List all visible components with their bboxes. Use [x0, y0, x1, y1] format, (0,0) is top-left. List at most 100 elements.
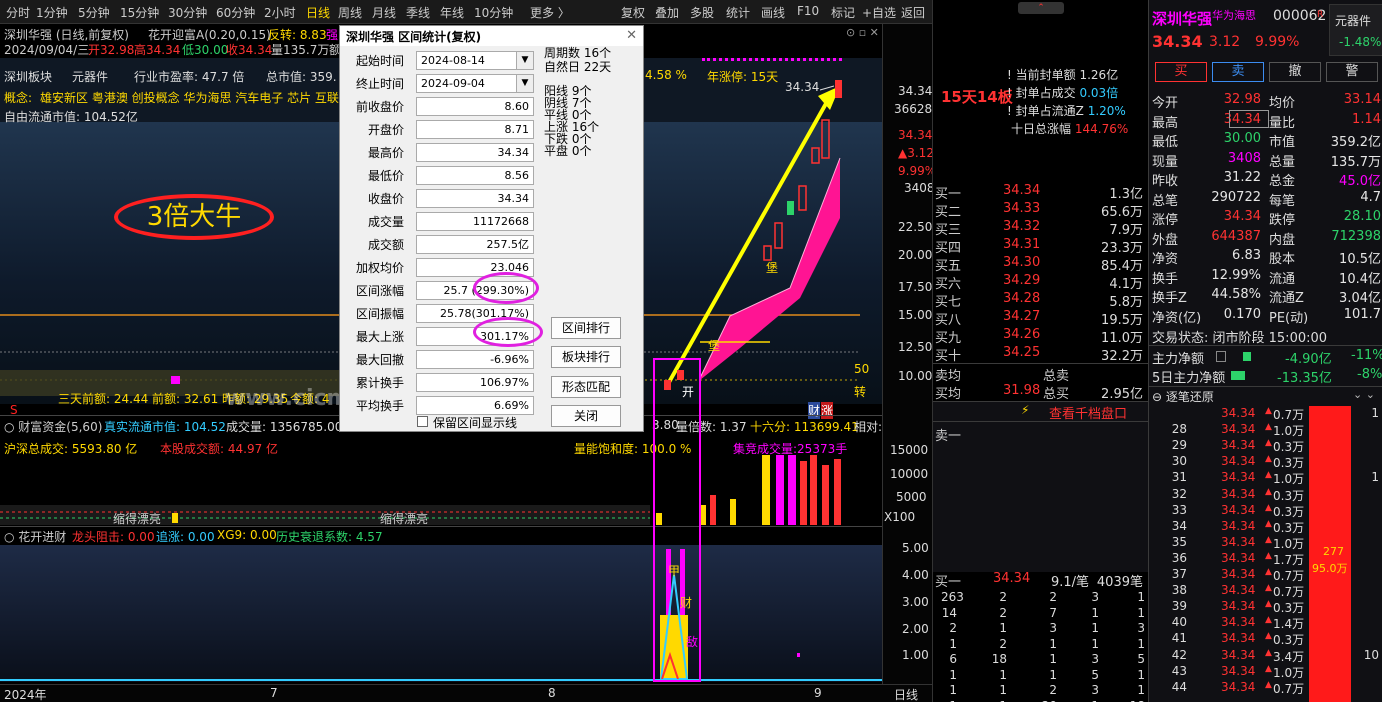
period-tab[interactable]: 15分钟 — [120, 4, 159, 21]
buy-level[interactable]: 买三 34.32 7.9万 — [933, 219, 1143, 238]
time-label: 8 — [548, 686, 556, 700]
period-more[interactable]: 更多 〉 — [530, 4, 570, 21]
stock-concept: 华为海思 — [1212, 9, 1256, 22]
bar-high: 高34.34 — [134, 43, 181, 57]
tick-arrow-icon: ▲ — [1265, 567, 1272, 577]
period-tab[interactable]: 年线 — [440, 4, 464, 21]
action-button[interactable]: 标记 — [831, 4, 855, 21]
sector-rank-button[interactable]: 板块排行 — [551, 346, 621, 368]
interval-selection-box[interactable] — [653, 358, 701, 682]
field-value: 34.34 — [416, 143, 534, 162]
field-label: 终止时间 — [355, 77, 404, 91]
calendar-icon[interactable] — [1216, 351, 1226, 362]
quote-value: 644387 — [1211, 228, 1261, 244]
period-tab[interactable]: 2小时 — [264, 4, 296, 21]
buy-level[interactable]: 买五 34.30 85.4万 — [933, 255, 1143, 274]
action-button[interactable]: 画线 — [761, 4, 785, 21]
queue-cell: 14 — [941, 605, 957, 620]
buy-level[interactable]: 买六 34.29 4.1万 — [933, 273, 1143, 292]
tick-arrow-icon: ▲ — [1265, 406, 1272, 416]
xg9-value: XG9: 0.00 — [217, 528, 277, 542]
action-button[interactable]: 多股 — [690, 4, 714, 21]
dialog-close-icon[interactable]: ✕ — [626, 28, 637, 43]
axis-label: 36628 — [894, 102, 932, 116]
field-value: 6.69% — [416, 396, 534, 415]
alert-button[interactable]: 警 — [1326, 62, 1378, 82]
quote-label: 净资 — [1152, 252, 1179, 267]
tick-seq: 41 — [1171, 631, 1187, 646]
chevron-down-icon[interactable]: ▼ — [516, 52, 533, 69]
action-button[interactable]: +自选 — [862, 4, 896, 21]
divider — [933, 421, 1148, 422]
buy-level[interactable]: 买七 34.28 5.8万 — [933, 291, 1143, 310]
tick-arrow-icon: ▲ — [1265, 422, 1272, 433]
buy-level[interactable]: 买一 34.34 1.3亿 — [933, 183, 1143, 202]
action-button[interactable]: 叠加 — [655, 4, 679, 21]
action-button[interactable]: 统计 — [726, 4, 750, 21]
queue-cell: 2 — [999, 590, 1007, 604]
quote-label: PE(动) — [1269, 310, 1309, 326]
tick-volume: 0.3万 — [1273, 601, 1305, 616]
queue-cell: 1 — [1083, 699, 1099, 702]
candle — [787, 201, 794, 215]
buy-level[interactable]: 买九 34.26 11.0万 — [933, 327, 1143, 346]
buy-level[interactable]: 买四 34.31 23.3万 — [933, 237, 1143, 256]
quote-row: 净资(亿) 0.170 PE(动) 101.7 — [1149, 307, 1382, 326]
period-tab[interactable]: 30分钟 — [168, 4, 207, 21]
period-tab[interactable]: 分时 — [6, 4, 30, 21]
indicator-axis: 3.00 — [902, 595, 929, 609]
quote-label: 换手Z — [1152, 291, 1187, 306]
expand-icons[interactable]: ⌄ ⌄ — [1353, 388, 1375, 401]
buy-button[interactable]: 买 — [1155, 62, 1207, 82]
stat-ping: 平线 0个 — [544, 108, 592, 122]
buy-level[interactable]: 买十 34.25 32.2万 — [933, 345, 1143, 364]
interval-stats-dialog: 深圳华强 区间统计(复权) ✕ 起始时间 2024-08-14 ▼ 终止时间 2… — [339, 25, 644, 432]
queue-cell: 1 — [999, 621, 1007, 635]
sell-button[interactable]: 卖 — [1212, 62, 1264, 82]
divider — [933, 401, 1148, 402]
cancel-button[interactable]: 撤 — [1269, 62, 1321, 82]
quote-value: 12.99% — [1211, 267, 1261, 283]
tick-seq: 30 — [1171, 454, 1187, 469]
panel-toggle-icon[interactable]: ⊖ — [1152, 390, 1166, 404]
quote-value: 44.58% — [1211, 287, 1261, 302]
chevron-down-icon[interactable]: ▼ — [516, 75, 533, 92]
close-button[interactable]: 关闭 — [551, 405, 621, 427]
tick-price: 34.34 — [1221, 422, 1256, 437]
quote-label: 总笔 — [1152, 193, 1179, 209]
quote-label: 涨停 — [1152, 213, 1179, 228]
period-tab[interactable]: 5分钟 — [78, 4, 110, 21]
tick-price: 34.34 — [1221, 454, 1256, 469]
chart-controls[interactable]: ⊙ ▫ ✕ — [846, 26, 879, 39]
tick-volume: 0.3万 — [1273, 633, 1305, 648]
quote-value: 10.4亿 — [1339, 271, 1381, 287]
keep-range-checkbox[interactable] — [417, 416, 428, 427]
action-button[interactable]: F10 — [797, 4, 819, 18]
field-label: 起始时间 — [355, 54, 404, 68]
period-tab-active[interactable]: 日线 — [306, 4, 330, 21]
period-tab[interactable]: 周线 — [338, 4, 362, 21]
quote-row: 总笔 290722 每笔 4.7 — [1149, 190, 1382, 209]
collapse-icon[interactable]: ⌃ — [1018, 2, 1064, 14]
tick-seq: 40 — [1171, 615, 1187, 630]
buy-level[interactable]: 买二 34.33 65.6万 — [933, 201, 1143, 220]
tick-price: 34.34 — [1221, 647, 1256, 662]
pattern-match-button[interactable]: 形态匹配 — [551, 376, 621, 398]
period-indicator[interactable]: 日线 — [894, 686, 918, 702]
interval-rank-button[interactable]: 区间排行 — [551, 317, 621, 339]
queue-cell: 5 — [1091, 667, 1099, 682]
period-tab[interactable]: 10分钟 — [474, 4, 513, 21]
period-tab[interactable]: 季线 — [406, 4, 430, 21]
tick-row: 31 34.34 ▲ 1.0万 1 — [1149, 470, 1382, 486]
quote-row: 换手 12.99% 流通 10.4亿 — [1149, 268, 1382, 287]
sell-one-label: 卖一 — [935, 429, 962, 444]
tick-price: 34.34 — [1221, 486, 1256, 501]
period-tab[interactable]: 60分钟 — [216, 4, 255, 21]
action-button[interactable]: 复权 — [621, 4, 645, 21]
axis-label: 34.34 — [898, 84, 932, 98]
back-button[interactable]: 返回 — [901, 4, 925, 21]
period-tab[interactable]: 月线 — [372, 4, 396, 21]
period-tab[interactable]: 1分钟 — [36, 4, 68, 21]
buy-level[interactable]: 买八 34.27 19.5万 — [933, 309, 1143, 328]
view-depth-link[interactable]: 查看千档盘口 — [1049, 403, 1127, 422]
